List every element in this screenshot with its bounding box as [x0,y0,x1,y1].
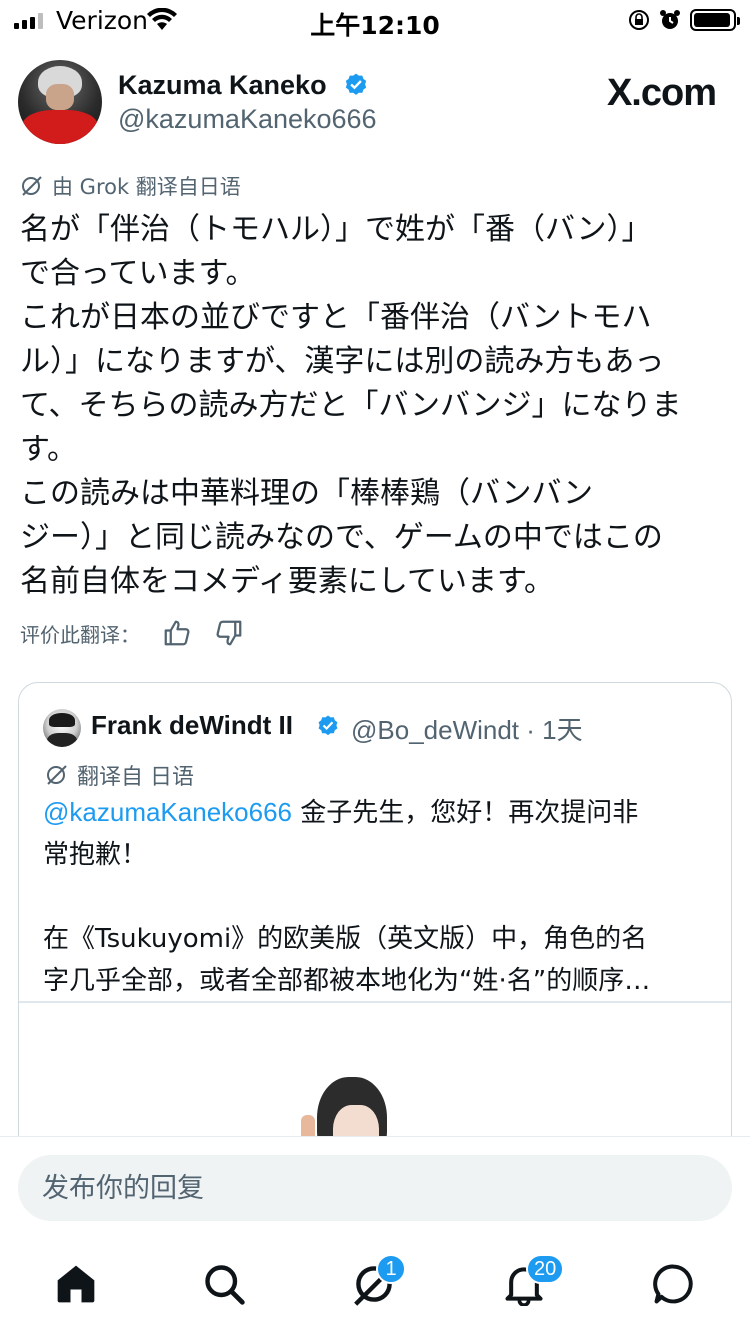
quoted-line: 金子先生，您好！再次提问非 [292,798,639,828]
translation-note: 由 Grok 翻译自日语 [20,171,241,201]
tweet-line: ジー）」と同じ読みなので、ゲームの中ではこの [20,520,663,555]
author-handle[interactable]: @kazumaKaneko666 [118,104,377,135]
tweet-line: これが日本の並びですと「番伴治（バントモハ [20,300,652,335]
grok-icon [22,176,42,196]
thumbs-down-icon[interactable] [214,618,244,648]
tweet-line: す。 [20,432,77,467]
grok-icon [47,765,67,785]
rate-translation-label: 评价此翻译： [20,622,140,647]
nav-home[interactable] [54,1262,104,1312]
nav-messages[interactable] [652,1262,702,1312]
search-icon [205,1265,245,1305]
bottom-navigation: 1 20 [0,1250,750,1320]
verified-badge-icon [345,73,367,95]
quoted-author-handle[interactable]: @Bo_deWindt · 1天 [351,710,583,747]
rotation-lock-icon [629,10,649,30]
status-bar: Verizon 上午12:10 [0,0,750,40]
author-name[interactable]: Kazuma Kaneko [118,70,327,101]
quoted-line: 字几乎全部，或者全部都被本地化为“姓·名”的顺序… [43,966,651,996]
reply-input[interactable] [18,1155,732,1221]
mention-link[interactable]: @kazumaKaneko666 [43,797,292,827]
tweet-line: 名が「伴治（トモハル）」で姓が「番（バン）」 [20,212,652,247]
nav-notifications[interactable]: 20 [502,1254,565,1312]
tweet-line: 名前自体をコメディ要素にしています。 [20,564,554,599]
tweet-line: で合っています。 [20,256,256,291]
battery-icon [690,9,740,31]
chat-bubble-icon [653,1264,693,1304]
quoted-tweet-text: @kazumaKaneko666 金子先生，您好！再次提问非 常抱歉！ 在《Ts… [43,791,709,1002]
thumbs-up-icon[interactable] [162,618,192,648]
rate-translation-row: 评价此翻译： [20,618,244,648]
quoted-author-avatar[interactable] [43,709,81,747]
quoted-line: 在《Tsukuyomi》的欧美版（英文版）中，角色的名 [43,924,648,954]
author-avatar[interactable] [18,60,102,144]
tweet-line: て、そちらの読み方だと「バンバンジ」になりま [20,388,682,423]
verified-badge-icon [318,715,338,736]
quoted-line: 常抱歉！ [43,840,148,870]
tweet-text: 名が「伴治（トモハル）」で姓が「番（バン）」 で合っています。 これが日本の並び… [20,208,732,604]
nav-search[interactable] [202,1262,252,1312]
tweet-line: ル）」になりますが、漢字には別の読み方もあっ [20,344,665,379]
grok-badge: 1 [376,1254,406,1284]
translation-note-text: 由 Grok 翻译自日语 [52,175,241,199]
site-logo: X.com [606,72,717,114]
quoted-translation-text: 翻译自 日语 [77,765,194,790]
notifications-badge: 20 [526,1254,565,1284]
tweet-line: この読みは中華料理の「棒棒鶏（バンバン [20,476,593,511]
home-icon [57,1265,95,1303]
nav-grok[interactable]: 1 [352,1254,406,1312]
quoted-translation-note: 翻译自 日语 [45,759,194,791]
alarm-icon [660,10,680,29]
quoted-author-name[interactable]: Frank deWindt II [91,710,293,741]
